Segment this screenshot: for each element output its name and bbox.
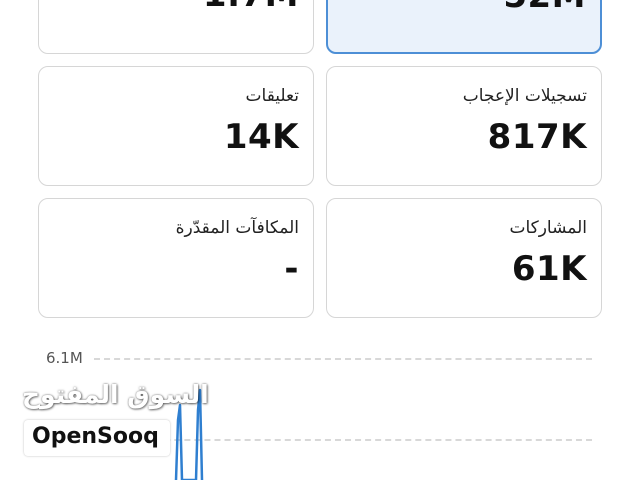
stat-value: 52M [503,0,586,16]
stat-label: المشاركات [509,218,587,238]
watermark-latin-text: OpenSooq [32,424,159,449]
watermark-logo: OpenSooq [24,420,170,456]
stat-card-likes[interactable]: تسجيلات الإعجاب 817K [326,66,602,186]
stat-card-estimated-rewards[interactable]: المكافآت المقدّرة - [38,198,314,318]
stat-value: - [284,249,299,289]
stat-card-views[interactable]: 1.7M [38,0,314,54]
stat-card-comments[interactable]: تعليقات 14K [38,66,314,186]
stat-value: 817K [487,117,587,157]
stat-value: 61K [511,249,587,289]
chart-y-max-label: 6.1M [46,349,83,367]
stat-label: المكافآت المقدّرة [175,218,299,238]
watermark-arabic-text: السوق المفتوح [22,380,209,409]
chart-grid-line-top [94,358,592,360]
stat-card-selected[interactable]: 52M [326,0,602,54]
stat-card-shares[interactable]: المشاركات 61K [326,198,602,318]
stat-value: 14K [223,117,299,157]
stat-label: تسجيلات الإعجاب [462,86,587,106]
stat-value: 1.7M [203,0,299,15]
stat-label: تعليقات [245,86,299,106]
